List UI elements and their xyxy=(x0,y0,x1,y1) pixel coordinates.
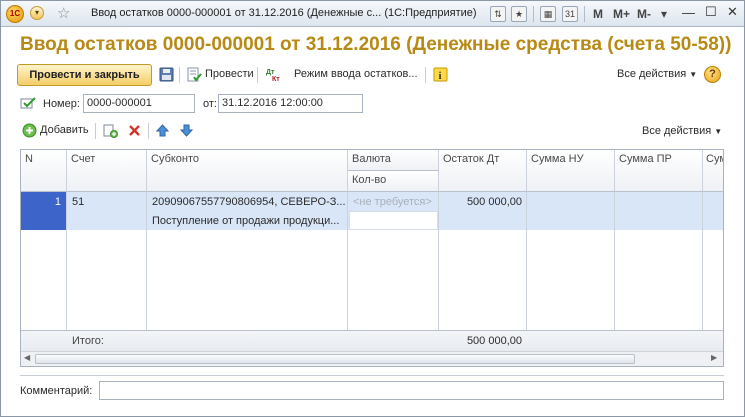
page-title: Ввод остатков 0000-000001 от 31.12.2016 … xyxy=(20,34,732,55)
subconto-cell-1[interactable]: 20909067557790806954, СЕВЕРО-З... xyxy=(148,196,347,208)
column-header-balance-dt[interactable]: Остаток Дт xyxy=(439,150,527,192)
scroll-left-icon[interactable]: ◀ xyxy=(24,353,30,362)
column-header-quantity[interactable]: Кол-во xyxy=(348,171,439,192)
toolbar-separator xyxy=(425,67,426,83)
dt-kt-icon[interactable]: Дт Кт xyxy=(265,67,283,82)
move-up-icon[interactable] xyxy=(155,123,170,138)
help-button[interactable]: ? xyxy=(704,66,721,83)
post-button[interactable]: Провести xyxy=(205,68,254,80)
table-all-actions-label: Все действия xyxy=(642,125,712,137)
close-icon[interactable]: ✕ xyxy=(727,4,738,20)
grid-line xyxy=(702,192,703,351)
balance-entry-mode-button[interactable]: Режим ввода остатков... xyxy=(294,68,418,80)
horizontal-scrollbar[interactable]: ◀ ▶ xyxy=(21,351,723,366)
title-separator xyxy=(533,6,534,22)
grid-line xyxy=(146,192,147,351)
all-actions-label: Все действия xyxy=(617,68,687,80)
column-header-n[interactable]: N xyxy=(21,150,67,192)
document-window: 1С ▾ ☆ Ввод остатков 0000-000001 от 31.1… xyxy=(0,0,745,417)
svg-text:i: i xyxy=(439,70,442,82)
grid-line xyxy=(347,192,348,351)
balances-table[interactable]: N Счет Субконто Валюта Кол-во Остаток Дт… xyxy=(20,149,724,367)
favorites-icon[interactable]: ★ xyxy=(511,6,527,22)
chevron-down-icon: ▼ xyxy=(714,127,723,136)
window-title: Ввод остатков 0000-000001 от 31.12.2016 … xyxy=(91,7,477,19)
table-toolbar: Добавить Все действия ▼ xyxy=(1,121,744,141)
grid-line xyxy=(66,192,67,351)
comment-label: Комментарий: xyxy=(20,385,93,397)
table-all-actions-menu[interactable]: Все действия ▼ xyxy=(642,125,722,137)
all-actions-menu[interactable]: Все действия ▼ xyxy=(617,68,697,80)
toolbar-separator xyxy=(95,123,96,139)
save-icon[interactable] xyxy=(159,67,174,82)
totals-row: Итого: 500 000,00 xyxy=(21,330,723,351)
comment-field[interactable] xyxy=(99,381,724,400)
posted-status-icon xyxy=(20,97,36,109)
column-header-sum-nu[interactable]: Сумма НУ xyxy=(527,150,615,192)
divider xyxy=(20,375,724,376)
column-header-currency[interactable]: Валюта xyxy=(348,150,439,171)
toolbar-separator xyxy=(179,67,180,83)
delete-icon[interactable] xyxy=(127,123,142,138)
post-icon[interactable] xyxy=(187,67,202,82)
info-icon[interactable]: i xyxy=(433,67,448,82)
svg-text:Кт: Кт xyxy=(272,76,280,82)
link-icon[interactable]: ⇅ xyxy=(490,6,506,22)
calculator-icon[interactable]: ▦ xyxy=(540,6,556,22)
add-icon[interactable] xyxy=(22,123,37,138)
svg-text:Дт: Дт xyxy=(266,69,275,76)
column-header-sum-vr[interactable]: Сум xyxy=(703,150,723,192)
title-bar: 1С ▾ ☆ Ввод остатков 0000-000001 от 31.1… xyxy=(1,1,744,27)
calendar-icon[interactable]: 31 xyxy=(562,6,578,22)
totals-label: Итого: xyxy=(72,335,104,347)
column-header-account[interactable]: Счет xyxy=(67,150,147,192)
totals-balance-dt: 500 000,00 xyxy=(466,335,522,347)
scrollbar-thumb[interactable] xyxy=(35,354,635,364)
quantity-cell[interactable] xyxy=(349,211,438,230)
chevron-down-icon: ▼ xyxy=(689,70,698,79)
scroll-right-icon[interactable]: ▶ xyxy=(711,353,717,362)
date-label: от: xyxy=(203,98,217,110)
column-header-sum-pr[interactable]: Сумма ПР xyxy=(615,150,703,192)
date-field[interactable]: 31.12.2016 12:00:00 xyxy=(218,94,363,113)
memory-mplus-button[interactable]: M+ xyxy=(613,7,630,21)
toolbar-separator xyxy=(148,123,149,139)
title-menu-arrow-icon[interactable]: ▾ xyxy=(661,7,667,21)
memory-mminus-button[interactable]: M- xyxy=(637,7,651,21)
command-bar: Провести и закрыть Провести Дт Кт Режим … xyxy=(1,63,744,87)
title-separator xyxy=(584,6,585,22)
menu-dropdown-icon[interactable]: ▾ xyxy=(30,6,44,20)
copy-row-icon[interactable] xyxy=(103,123,118,138)
number-field[interactable]: 0000-000001 xyxy=(83,94,195,113)
currency-cell[interactable]: <не требуется> xyxy=(349,196,438,208)
memory-m-button[interactable]: M xyxy=(593,7,603,21)
grid-line xyxy=(526,192,527,351)
number-label: Номер: xyxy=(43,98,80,110)
row-number-cell[interactable]: 1 xyxy=(21,192,66,230)
grid-line xyxy=(614,192,615,351)
add-button[interactable]: Добавить xyxy=(40,124,89,136)
toolbar-separator xyxy=(257,67,258,83)
grid-line xyxy=(438,192,439,351)
post-and-close-button[interactable]: Провести и закрыть xyxy=(17,64,152,86)
favorite-star-icon[interactable]: ☆ xyxy=(57,4,70,22)
column-header-subconto[interactable]: Субконто xyxy=(147,150,348,192)
account-cell[interactable]: 51 xyxy=(68,196,146,208)
move-down-icon[interactable] xyxy=(179,123,194,138)
subconto-cell-2[interactable]: Поступление от продажи продукци... xyxy=(148,215,347,227)
balance-dt-cell[interactable]: 500 000,00 xyxy=(440,196,526,208)
app-logo-icon[interactable]: 1С xyxy=(6,5,24,23)
maximize-icon[interactable]: ☐ xyxy=(705,4,717,20)
minimize-icon[interactable]: — xyxy=(682,5,695,20)
